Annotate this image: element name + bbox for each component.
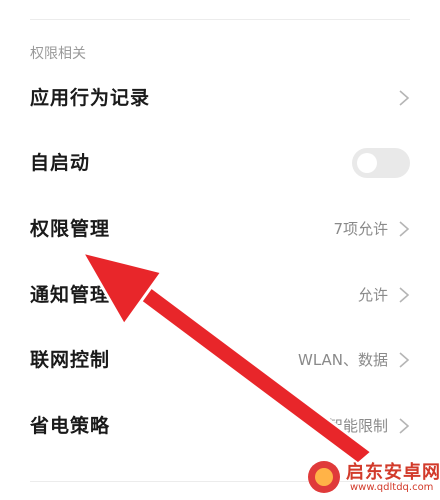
- row-label: 联网控制: [30, 349, 111, 371]
- watermark-title: 启东安卓网: [346, 462, 440, 483]
- chevron-right-icon: [399, 90, 410, 106]
- row-autostart: 自启动: [0, 130, 440, 196]
- watermark-url: www.qdltdq.com: [350, 482, 434, 493]
- row-notification-management[interactable]: 通知管理 允许: [0, 262, 440, 328]
- toggle-knob: [357, 153, 377, 173]
- row-label: 权限管理: [30, 218, 111, 240]
- row-label: 应用行为记录: [30, 87, 151, 109]
- row-value: 智能限制: [327, 417, 388, 435]
- chevron-right-icon: [399, 287, 410, 303]
- row-power-saving-policy[interactable]: 省电策略 智能限制: [0, 393, 440, 459]
- row-value: 7项允许: [333, 220, 388, 238]
- row-app-behavior-record[interactable]: 应用行为记录: [0, 65, 440, 131]
- row-label: 通知管理: [30, 284, 111, 306]
- row-value: WLAN、数据: [297, 351, 388, 369]
- chevron-right-icon: [399, 221, 410, 237]
- section-header-permissions: 权限相关: [30, 46, 86, 62]
- autostart-toggle[interactable]: [352, 148, 410, 178]
- row-label: 省电策略: [30, 415, 111, 437]
- watermark: 启东安卓网 www.qdltdq.com: [308, 458, 440, 496]
- row-network-control[interactable]: 联网控制 WLAN、数据: [0, 327, 440, 393]
- top-divider: [30, 19, 410, 20]
- row-label: 自启动: [30, 152, 91, 174]
- watermark-logo-icon: [308, 461, 340, 493]
- row-permission-management[interactable]: 权限管理 7项允许: [0, 196, 440, 262]
- row-value: 允许: [357, 286, 388, 304]
- chevron-right-icon: [399, 418, 410, 434]
- chevron-right-icon: [399, 352, 410, 368]
